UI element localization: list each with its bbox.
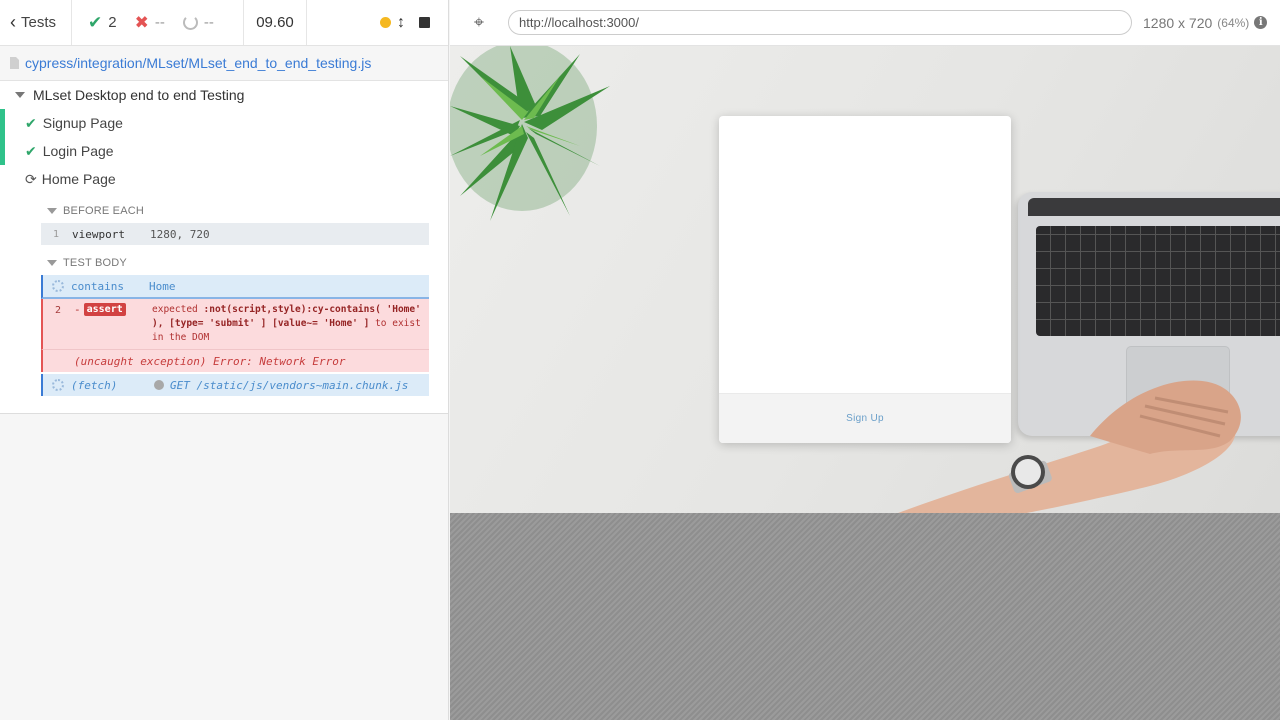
test-item[interactable]: ✔ Signup Page [0, 109, 448, 137]
hook-title: TEST BODY [63, 257, 127, 269]
command-contains[interactable]: contains Home [41, 275, 429, 299]
aut-empty-area [450, 513, 1280, 720]
passed-count-value: 2 [108, 14, 117, 31]
test-title: Home Page [41, 171, 116, 187]
aut-header: ⌖ http://localhost:3000/ 1280 x 720 (64%… [450, 0, 1280, 46]
command-name: (fetch) [71, 378, 118, 392]
x-icon: ✖ [134, 12, 149, 32]
running-indicator-icon [380, 17, 391, 28]
command-number: 2 [55, 305, 62, 316]
caret-down-icon [15, 92, 25, 98]
failed-count[interactable]: ✖ -- [135, 13, 165, 33]
aut-iframe: Sign Up [450, 46, 1280, 513]
check-icon: ✔ [25, 114, 37, 131]
assert-label: - assert [74, 303, 152, 316]
fetch-message: GET /static/js/vendors~main.chunk.js [149, 379, 408, 392]
command-name: viewport [72, 227, 125, 241]
command-message: GET /static/js/vendors~main.chunk.js [170, 378, 409, 392]
sign-up-link[interactable]: Sign Up [846, 413, 884, 424]
test-title: Signup Page [42, 115, 123, 131]
test-item-running[interactable]: ⟳ Home Page [0, 165, 448, 193]
hook-before-each[interactable]: BEFORE EACH [0, 199, 448, 223]
stop-button[interactable] [419, 17, 430, 28]
viewport-scale: (64%) [1217, 15, 1250, 30]
pending-circle-icon [182, 15, 198, 30]
suite-title[interactable]: MLset Desktop end to end Testing [0, 81, 448, 109]
info-icon[interactable]: i [1254, 16, 1268, 29]
passed-count[interactable]: ✔ 2 [88, 13, 117, 33]
pending-dot-icon [154, 380, 164, 390]
reporter-panel: ‹ Tests ✔ 2 ✖ -- -- 09.60 ↕ cypress/inte… [0, 0, 449, 720]
spec-path-link[interactable]: cypress/integration/MLset/MLset_end_to_e… [25, 55, 371, 71]
chevron-left-icon: ‹ [10, 12, 16, 32]
tests-label: Tests [21, 14, 57, 31]
laptop-hinge [1028, 198, 1280, 216]
command-name: contains [71, 279, 124, 293]
assert-message-part: expected [152, 304, 198, 315]
command-error[interactable]: (uncaught exception) Error: Network Erro… [41, 349, 429, 372]
pending-count-value: -- [203, 14, 214, 31]
test-item[interactable]: ✔ Login Page [0, 137, 448, 165]
autoscroll-toggle-icon[interactable]: ↕ [397, 14, 405, 32]
caret-down-icon [47, 208, 57, 214]
command-number: 1 [53, 228, 60, 240]
selector-playground-icon[interactable]: ⌖ [450, 12, 508, 33]
spinner-icon [52, 280, 64, 292]
hook-title: BEFORE EACH [63, 205, 145, 217]
test-title: Login Page [42, 143, 114, 159]
pending-count[interactable]: -- [182, 14, 214, 31]
viewport-size: 1280 x 720 [1143, 14, 1213, 31]
stats-bar: ‹ Tests ✔ 2 ✖ -- -- 09.60 ↕ [0, 0, 448, 46]
runnables-list: MLset Desktop end to end Testing ✔ Signu… [0, 81, 448, 414]
error-message: (uncaught exception) Error: Network Erro… [74, 354, 346, 368]
test-counts: ✔ 2 ✖ -- -- [72, 0, 244, 45]
check-icon: ✔ [25, 142, 37, 159]
hook-test-body[interactable]: TEST BODY [0, 251, 448, 275]
refresh-icon: ⟳ [25, 170, 37, 187]
command-viewport[interactable]: 1 viewport 1280, 720 [41, 223, 429, 245]
assert-badge: assert [83, 303, 126, 316]
failed-count-value: -- [154, 14, 165, 31]
command-fetch[interactable]: (fetch) GET /static/js/vendors~main.chun… [41, 374, 429, 396]
duration: 09.60 [244, 0, 307, 45]
laptop-keyboard [1036, 226, 1280, 336]
suite-title-label: MLset Desktop end to end Testing [33, 87, 245, 103]
spec-header: cypress/integration/MLset/MLset_end_to_e… [0, 46, 448, 81]
command-message: Home [149, 279, 176, 293]
command-assert[interactable]: 2 - assert expected :not(script,style):c… [41, 299, 429, 349]
plant-image [450, 46, 610, 221]
assert-prefix: - [74, 303, 81, 316]
file-icon [10, 57, 19, 69]
url-text: http://localhost:3000/ [519, 15, 639, 30]
check-icon: ✔ [88, 12, 103, 32]
auth-card: Sign Up [719, 116, 1011, 443]
run-controls: ↕ [307, 0, 448, 45]
viewport-info: 1280 x 720 (64%) i [1143, 14, 1268, 31]
url-bar[interactable]: http://localhost:3000/ [508, 10, 1132, 35]
assert-message: expected :not(script,style):cy-contains(… [152, 303, 422, 345]
auth-card-footer: Sign Up [719, 393, 1011, 443]
tests-button[interactable]: ‹ Tests [0, 0, 72, 45]
spinner-icon [52, 379, 64, 391]
caret-down-icon [47, 260, 57, 266]
command-message: 1280, 720 [150, 227, 210, 241]
